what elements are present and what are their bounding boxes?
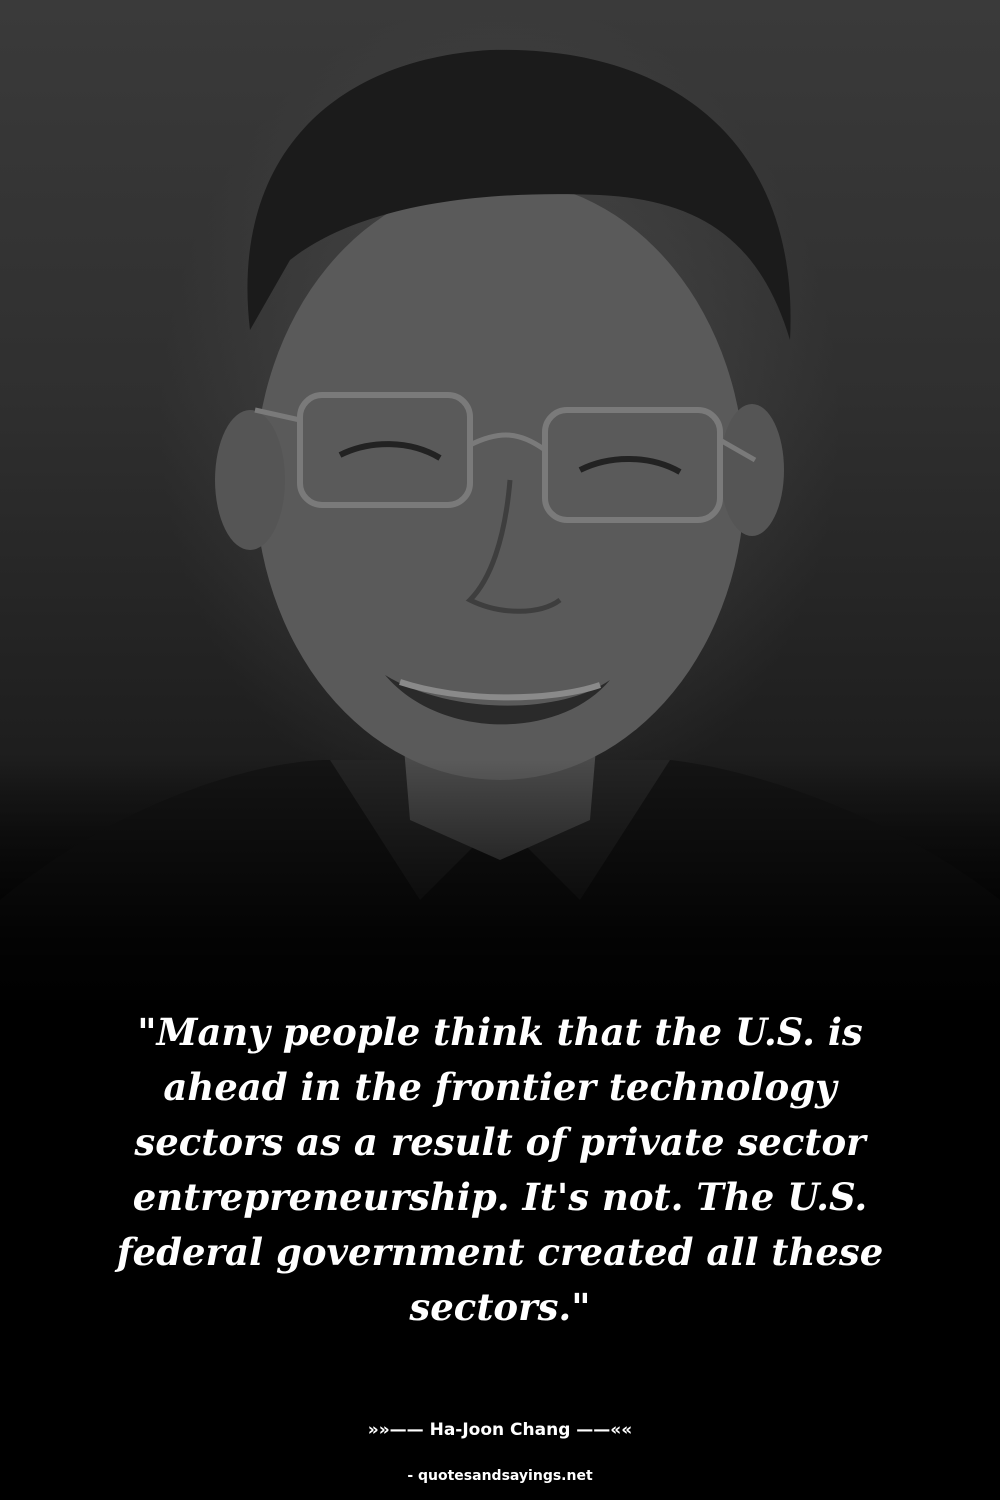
author-attribution: »»—— Ha-Joon Chang ——««	[367, 1420, 633, 1440]
site-credit: - quotesandsayings.net	[407, 1468, 593, 1484]
bottom-fade-overlay	[0, 760, 1000, 1020]
quote-poster: "Many people think that the U.S. is ahea…	[0, 0, 1000, 1500]
quote-text: "Many people think that the U.S. is ahea…	[116, 1010, 884, 1329]
quote-block: "Many people think that the U.S. is ahea…	[90, 1005, 910, 1335]
